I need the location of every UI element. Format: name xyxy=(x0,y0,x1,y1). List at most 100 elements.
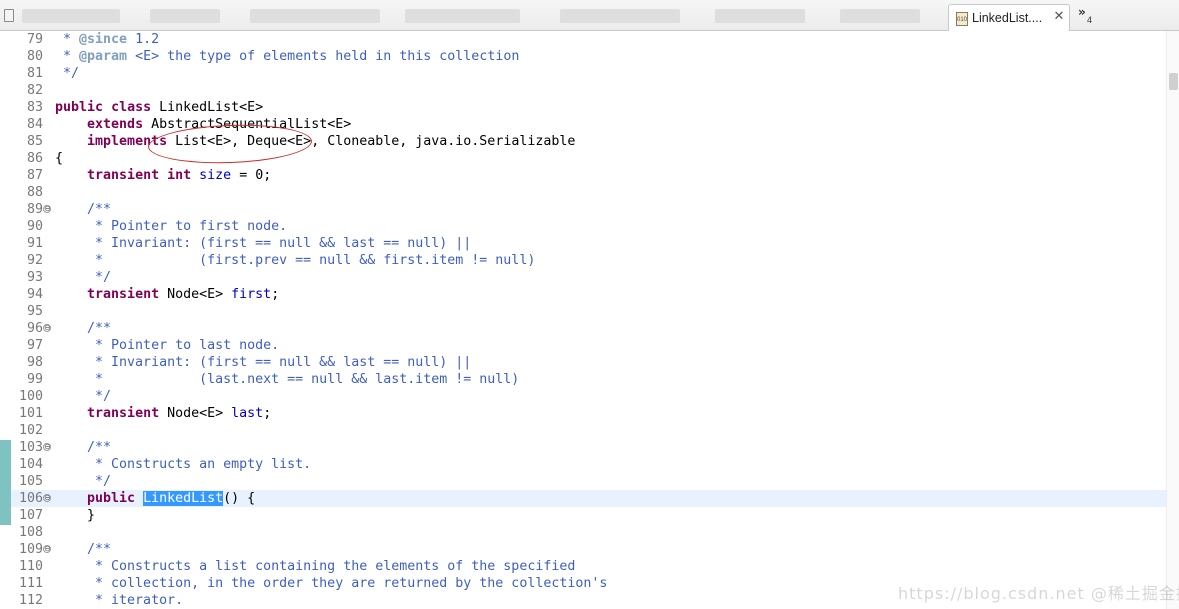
code-line[interactable]: 91 * Invariant: (first == null && last =… xyxy=(11,235,1166,252)
code-line[interactable]: 89 ⊖ /** xyxy=(11,201,1166,218)
code-token: transient xyxy=(87,406,160,421)
code-line[interactable]: 96 ⊖ /** xyxy=(11,320,1166,337)
code-line[interactable]: 109 ⊖ /** xyxy=(11,541,1166,558)
code-text: } xyxy=(55,507,95,524)
vertical-scrollbar[interactable] xyxy=(1166,31,1179,609)
code-token: public xyxy=(87,491,136,506)
code-token: */ xyxy=(55,66,80,81)
code-line[interactable]: 110 * Constructs a list containing the e… xyxy=(11,558,1166,575)
code-line[interactable]: 90 * Pointer to first node. xyxy=(11,218,1166,235)
code-token: last xyxy=(231,406,264,421)
fold-toggle-icon[interactable]: ⊖ xyxy=(43,205,51,213)
code-line[interactable]: 92 * (first.prev == null && first.item !… xyxy=(11,252,1166,269)
tab-linkedlist[interactable]: 010 LinkedList.... ✕ xyxy=(948,4,1070,31)
code-token: transient xyxy=(87,287,160,302)
tab-label: LinkedList.... xyxy=(972,11,1043,25)
line-number: 85 xyxy=(26,134,43,149)
code-line[interactable]: 88 xyxy=(11,184,1166,201)
line-number: 112 xyxy=(18,593,43,608)
code-token: transient xyxy=(87,168,160,183)
code-line[interactable]: 99 * (last.next == null && last.item != … xyxy=(11,371,1166,388)
blurred-tab[interactable] xyxy=(22,9,120,23)
code-text: */ xyxy=(55,388,111,405)
line-number: 81 xyxy=(26,66,43,81)
code-line[interactable]: 103 ⊖ /** xyxy=(11,439,1166,456)
tab-overflow-button[interactable]: » 4 xyxy=(1078,5,1098,27)
close-icon[interactable]: ✕ xyxy=(1052,9,1066,25)
blurred-tab[interactable] xyxy=(560,9,680,23)
blurred-tab[interactable] xyxy=(405,9,520,23)
fold-toggle-icon[interactable]: ⊖ xyxy=(43,494,51,502)
code-token: } xyxy=(55,508,96,523)
line-number: 93 xyxy=(26,270,43,285)
line-number: 108 xyxy=(18,525,43,540)
code-token: */ xyxy=(55,270,112,285)
scrollbar-thumb[interactable] xyxy=(1169,73,1178,90)
blurred-tab[interactable] xyxy=(715,9,805,23)
code-token: Node<E> xyxy=(159,406,232,421)
line-number: 101 xyxy=(18,406,43,421)
code-token: ; xyxy=(263,406,272,421)
code-text: transient Node<E> first; xyxy=(55,286,279,303)
code-text: public LinkedList() { xyxy=(55,490,255,507)
code-token: */ xyxy=(55,474,112,489)
code-line[interactable]: 98 * Invariant: (first == null && last =… xyxy=(11,354,1166,371)
code-token: /** xyxy=(55,440,112,455)
code-token: implements xyxy=(87,134,168,149)
code-line[interactable]: 94 transient Node<E> first; xyxy=(11,286,1166,303)
fold-toggle-icon[interactable]: ⊖ xyxy=(43,443,51,451)
line-number: 95 xyxy=(26,304,43,319)
code-text: * Invariant: (first == null && last == n… xyxy=(55,235,471,252)
line-number: 96 xyxy=(26,321,43,336)
code-line[interactable]: 104 * Constructs an empty list. xyxy=(11,456,1166,473)
code-line[interactable]: 101 transient Node<E> last; xyxy=(11,405,1166,422)
code-line[interactable]: 81 */ xyxy=(11,65,1166,82)
code-token: * Invariant: (first == null && last == n… xyxy=(55,355,472,370)
code-line[interactable]: 95 xyxy=(11,303,1166,320)
line-number: 83 xyxy=(26,100,43,115)
code-line[interactable]: 100 */ xyxy=(11,388,1166,405)
blurred-tab[interactable] xyxy=(840,9,920,23)
code-token: Node<E> xyxy=(159,287,232,302)
code-line[interactable]: 106 ⊖ public LinkedList() { xyxy=(11,490,1166,507)
code-token: LinkedList<E> xyxy=(151,100,264,115)
blurred-tab[interactable] xyxy=(250,9,380,23)
code-token: @since xyxy=(79,32,128,47)
code-line[interactable]: 108 xyxy=(11,524,1166,541)
code-text: transient int size = 0; xyxy=(55,167,271,184)
code-line[interactable]: 87 transient int size = 0; xyxy=(11,167,1166,184)
code-line[interactable]: 102 xyxy=(11,422,1166,439)
code-text: public class LinkedList<E> xyxy=(55,99,263,116)
code-text: * @param <E> the type of elements held i… xyxy=(55,48,519,65)
class-file-icon: 010 xyxy=(956,12,968,26)
code-token: @param xyxy=(79,49,128,64)
code-line[interactable]: 84 extends AbstractSequentialList<E> xyxy=(11,116,1166,133)
code-line[interactable]: 97 * Pointer to last node. xyxy=(11,337,1166,354)
code-line[interactable]: 105 */ xyxy=(11,473,1166,490)
code-token: () { xyxy=(223,491,256,506)
code-text: extends AbstractSequentialList<E> xyxy=(55,116,351,133)
code-token: * Constructs an empty list. xyxy=(55,457,312,472)
code-line[interactable]: 80 * @param <E> the type of elements hel… xyxy=(11,48,1166,65)
code-editor[interactable]: 112 * iterator. 111 * collection, in the … xyxy=(11,31,1166,609)
code-text: * Constructs a list containing the eleme… xyxy=(55,558,575,575)
line-number: 97 xyxy=(26,338,43,353)
code-token: { xyxy=(55,151,64,166)
code-line[interactable]: 82 xyxy=(11,82,1166,99)
code-line[interactable]: 93 */ xyxy=(11,269,1166,286)
code-line[interactable]: 86 { xyxy=(11,150,1166,167)
code-line[interactable]: 83 public class LinkedList<E> xyxy=(11,99,1166,116)
code-line[interactable]: 85 implements List<E>, Deque<E>, Cloneab… xyxy=(11,133,1166,150)
code-line[interactable]: 107 } xyxy=(11,507,1166,524)
file-icon[interactable] xyxy=(4,9,14,22)
code-line[interactable]: 79 * @since 1.2 xyxy=(11,31,1166,48)
fold-toggle-icon[interactable]: ⊖ xyxy=(43,324,51,332)
code-token: <E> the type of elements held in this co… xyxy=(127,49,520,64)
fold-toggle-icon[interactable]: ⊖ xyxy=(43,545,51,553)
code-token: * (first.prev == null && first.item != n… xyxy=(55,253,536,268)
blurred-tab[interactable] xyxy=(150,9,220,23)
